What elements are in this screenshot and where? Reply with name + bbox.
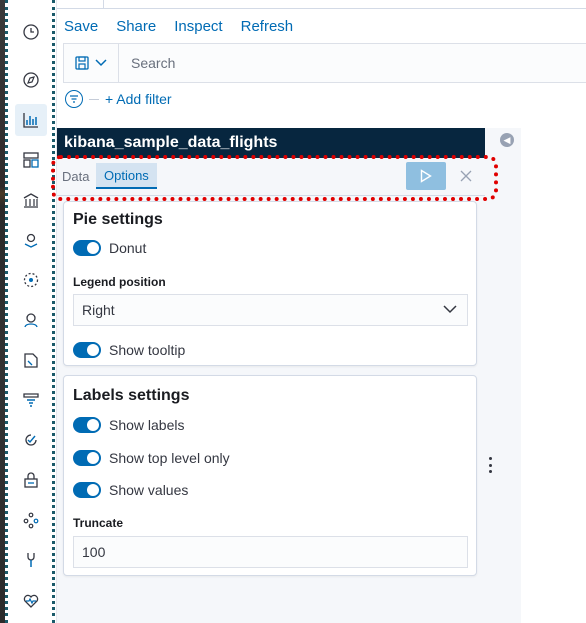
clock-icon[interactable] bbox=[15, 16, 47, 48]
show-labels-label: Show labels bbox=[109, 417, 185, 433]
index-pattern-title: kibana_sample_data_flights bbox=[57, 128, 485, 158]
apm-icon[interactable] bbox=[15, 384, 47, 416]
query-bar bbox=[63, 43, 586, 83]
header-divider bbox=[103, 0, 104, 8]
graph-icon[interactable] bbox=[15, 504, 47, 536]
ml-icon[interactable] bbox=[15, 264, 47, 296]
compass-icon[interactable] bbox=[15, 64, 47, 96]
show-tooltip-label: Show tooltip bbox=[109, 342, 186, 358]
show-top-level-label: Show top level only bbox=[109, 450, 230, 466]
search-input[interactable] bbox=[119, 44, 586, 82]
inspect-link[interactable]: Inspect bbox=[174, 18, 222, 35]
filter-icon[interactable] bbox=[65, 90, 83, 108]
truncate-input[interactable] bbox=[73, 536, 468, 568]
apply-changes-button[interactable] bbox=[406, 162, 446, 190]
play-icon bbox=[420, 169, 432, 183]
labels-settings-title: Labels settings bbox=[73, 387, 190, 404]
show-top-level-switch[interactable] bbox=[73, 450, 101, 466]
focus-outline-right bbox=[52, 0, 55, 623]
donut-switch[interactable] bbox=[73, 240, 101, 256]
donut-switch-row: Donut bbox=[73, 240, 146, 256]
show-values-switch-row: Show values bbox=[73, 482, 188, 498]
truncate-label: Truncate bbox=[73, 516, 124, 530]
add-filter-button[interactable]: + Add filter bbox=[105, 91, 172, 107]
chevron-down-icon bbox=[95, 59, 107, 67]
pie-settings-title: Pie settings bbox=[73, 211, 163, 228]
dev-tools-icon[interactable] bbox=[15, 544, 47, 576]
saved-query-button[interactable] bbox=[64, 44, 119, 82]
collapse-sidebar-icon[interactable]: ◀ bbox=[500, 133, 514, 147]
security-icon[interactable] bbox=[15, 464, 47, 496]
canvas-icon[interactable] bbox=[15, 184, 47, 216]
resize-handle[interactable] bbox=[489, 457, 492, 473]
show-tooltip-switch-row: Show tooltip bbox=[73, 342, 185, 358]
legend-position-label: Legend position bbox=[73, 275, 166, 289]
header-bottom-border bbox=[57, 8, 586, 9]
visualize-icon[interactable] bbox=[15, 104, 47, 136]
save-link[interactable]: Save bbox=[64, 18, 98, 35]
share-link[interactable]: Share bbox=[116, 18, 156, 35]
donut-label: Donut bbox=[109, 240, 147, 256]
pie-settings-card: Pie settings Donut Legend position Right… bbox=[63, 201, 477, 366]
filter-divider bbox=[89, 98, 99, 100]
legend-position-select[interactable]: Right bbox=[73, 294, 468, 326]
save-icon bbox=[75, 56, 89, 70]
refresh-link[interactable]: Refresh bbox=[241, 18, 294, 35]
monitoring-icon[interactable] bbox=[15, 584, 47, 616]
labels-settings-card: Labels settings Show labels Show top lev… bbox=[63, 375, 477, 576]
tab-data[interactable]: Data bbox=[62, 163, 89, 189]
discard-changes-button[interactable] bbox=[452, 162, 480, 190]
show-top-level-switch-row: Show top level only bbox=[73, 450, 230, 466]
infrastructure-icon[interactable] bbox=[15, 304, 47, 336]
visualization-area-edge bbox=[485, 128, 521, 623]
show-values-label: Show values bbox=[109, 482, 189, 498]
editor-tabs: Data Options bbox=[57, 158, 485, 196]
chevron-down-icon bbox=[443, 305, 457, 314]
close-icon bbox=[460, 170, 472, 182]
top-menu: Save Share Inspect Refresh bbox=[64, 18, 293, 35]
show-labels-switch[interactable] bbox=[73, 417, 101, 433]
show-tooltip-switch[interactable] bbox=[73, 342, 101, 358]
legend-position-value: Right bbox=[82, 302, 115, 318]
show-values-switch[interactable] bbox=[73, 482, 101, 498]
uptime-icon[interactable] bbox=[15, 424, 47, 456]
dashboard-icon[interactable] bbox=[15, 144, 47, 176]
filter-bar: + Add filter bbox=[65, 90, 172, 108]
tab-options[interactable]: Options bbox=[96, 163, 157, 189]
maps-icon[interactable] bbox=[15, 224, 47, 256]
show-labels-switch-row: Show labels bbox=[73, 417, 185, 433]
logs-icon[interactable] bbox=[15, 344, 47, 376]
side-nav bbox=[9, 0, 53, 623]
